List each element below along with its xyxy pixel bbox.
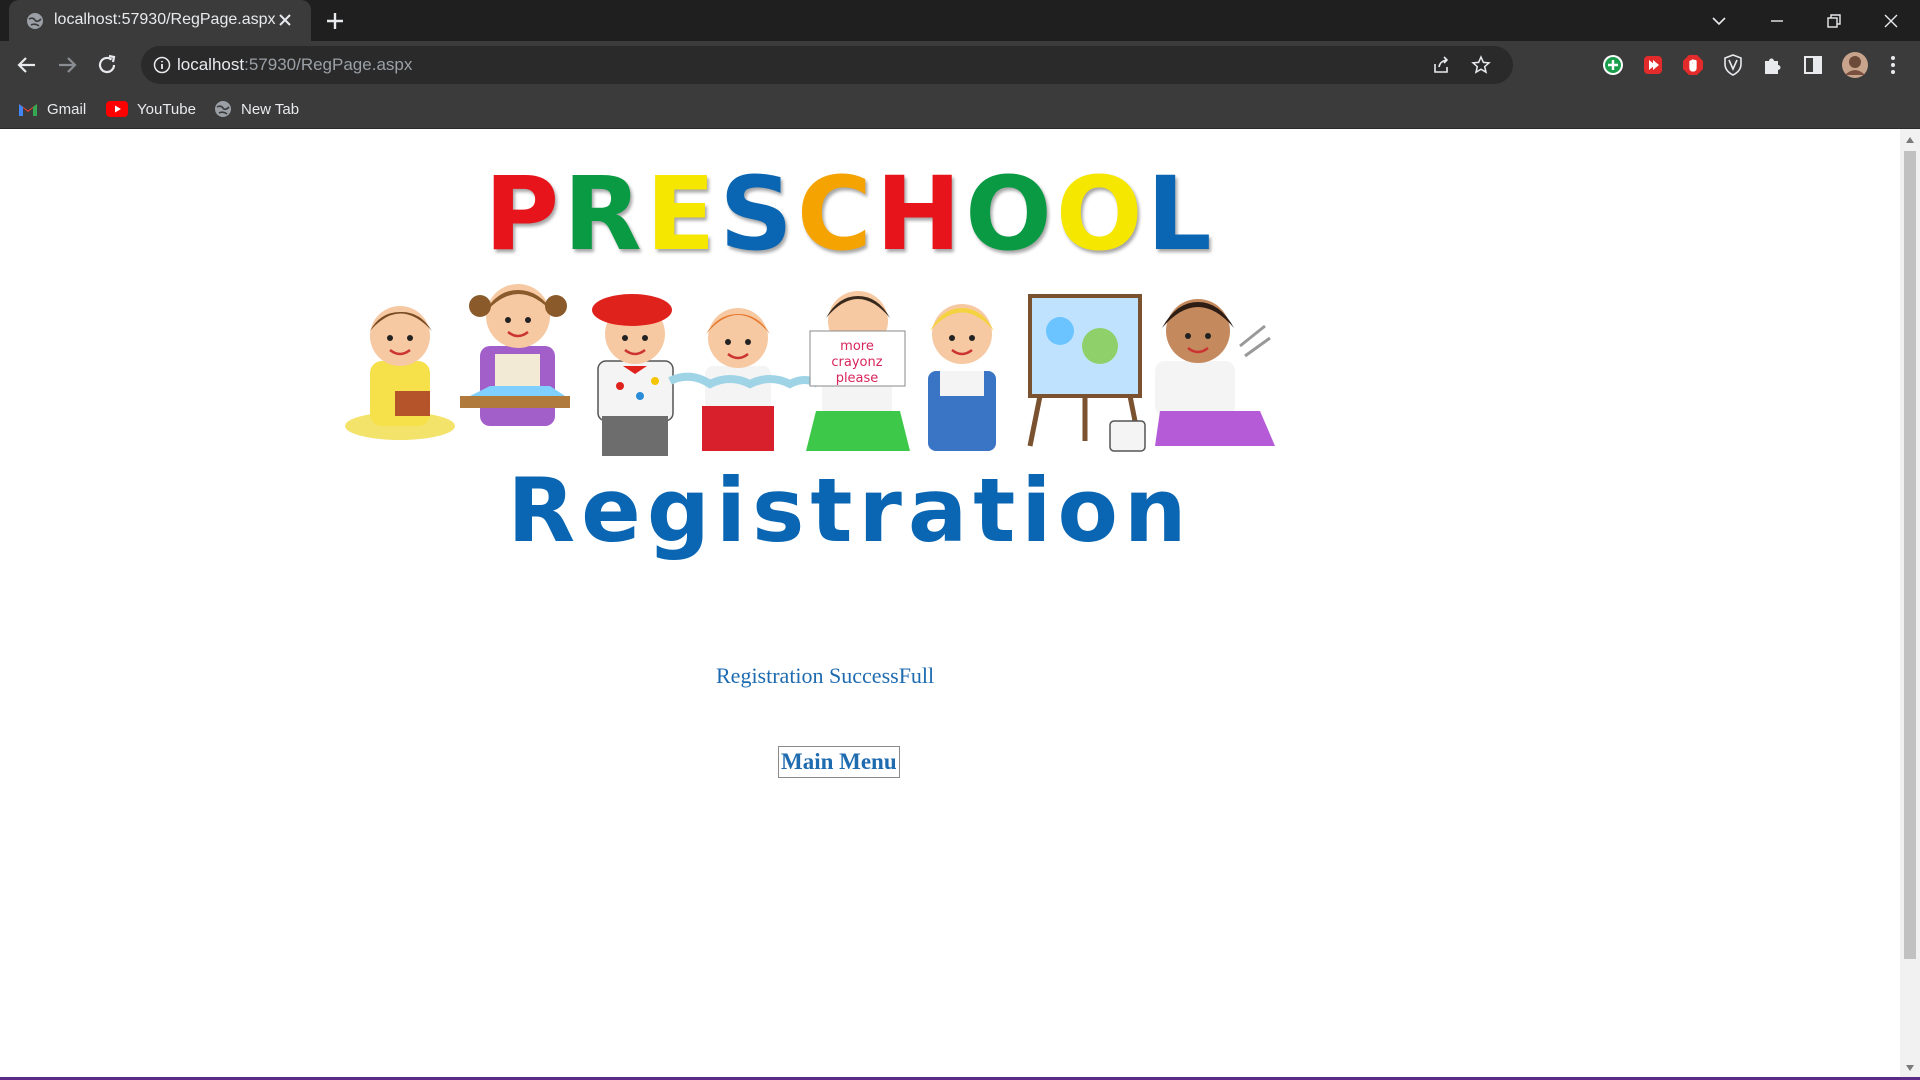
child-figure bbox=[460, 284, 570, 426]
globe-icon bbox=[215, 101, 231, 117]
banner-letter: R bbox=[563, 155, 646, 274]
site-info-icon[interactable] bbox=[153, 56, 171, 74]
close-icon bbox=[1884, 14, 1898, 27]
close-tab-icon[interactable] bbox=[275, 10, 295, 30]
chevron-down-icon bbox=[1712, 16, 1726, 25]
reload-icon[interactable] bbox=[95, 53, 119, 77]
children-illustration: more crayonz please bbox=[345, 284, 1275, 456]
banner-title-preschool: PRESCHOOL bbox=[340, 159, 1360, 271]
bookmark-gmail[interactable]: Gmail bbox=[18, 97, 86, 121]
banner-letter: P bbox=[484, 155, 564, 274]
globe-icon bbox=[27, 13, 43, 29]
scroll-down-arrow-icon[interactable] bbox=[1905, 1064, 1915, 1072]
tab-search-button[interactable] bbox=[1690, 0, 1748, 41]
bookmark-label: Gmail bbox=[47, 100, 87, 118]
scroll-up-arrow-icon[interactable] bbox=[1905, 136, 1915, 144]
back-arrow-icon[interactable] bbox=[15, 53, 39, 77]
page-viewport: PRESCHOOL Registration more crayonz plea… bbox=[0, 129, 1900, 1077]
profile-avatar-icon[interactable] bbox=[1841, 51, 1869, 79]
child-figure bbox=[345, 306, 455, 440]
browser-tab[interactable]: localhost:57930/RegPage.aspx bbox=[9, 0, 311, 41]
browser-toolbar: localhost:57930/RegPage.aspx bbox=[0, 41, 1920, 89]
child-figure bbox=[668, 308, 821, 451]
more-menu-icon[interactable] bbox=[1881, 53, 1905, 77]
scrollbar-thumb[interactable] bbox=[1904, 151, 1916, 959]
gmail-icon bbox=[19, 104, 37, 116]
child-figure: more crayonz please bbox=[806, 291, 910, 451]
add-extension-icon[interactable] bbox=[1601, 53, 1625, 77]
bookmark-star-icon[interactable] bbox=[1471, 55, 1491, 75]
tab-title: localhost:57930/RegPage.aspx bbox=[54, 11, 276, 28]
adblock-icon[interactable] bbox=[1681, 53, 1705, 77]
forward-arrow-icon[interactable] bbox=[55, 53, 79, 77]
restore-icon bbox=[1827, 13, 1841, 28]
address-bar[interactable]: localhost:57930/RegPage.aspx bbox=[141, 46, 1513, 84]
new-tab-icon[interactable] bbox=[323, 9, 347, 33]
registration-status-message: Registration SuccessFull bbox=[716, 663, 935, 688]
svg-text:please: please bbox=[836, 371, 879, 386]
minimize-button[interactable] bbox=[1748, 0, 1806, 41]
crayon-sign-text: more bbox=[840, 339, 874, 354]
banner-letter: C bbox=[796, 155, 876, 274]
banner-letter: H bbox=[875, 155, 966, 274]
youtube-icon bbox=[106, 101, 128, 117]
banner-letter: E bbox=[645, 155, 720, 274]
banner-letter: O bbox=[965, 155, 1056, 274]
url-host: localhost bbox=[177, 55, 245, 74]
banner-letter: L bbox=[1146, 155, 1216, 274]
minimize-icon bbox=[1771, 19, 1783, 22]
vertical-scrollbar[interactable] bbox=[1900, 129, 1920, 1077]
share-icon[interactable] bbox=[1431, 55, 1451, 75]
side-panel-icon[interactable] bbox=[1801, 53, 1825, 77]
url-path: :57930/RegPage.aspx bbox=[244, 55, 413, 74]
banner-letter: S bbox=[719, 155, 797, 274]
restore-button[interactable] bbox=[1805, 0, 1863, 41]
bookmark-new-tab[interactable]: New Tab bbox=[214, 97, 299, 121]
child-figure bbox=[592, 294, 674, 456]
main-menu-button[interactable]: Main Menu bbox=[778, 746, 900, 778]
bookmark-youtube[interactable]: YouTube bbox=[106, 97, 196, 121]
banner-title-registration: Registration bbox=[507, 459, 1193, 562]
extensions-puzzle-icon[interactable] bbox=[1761, 53, 1785, 77]
close-window-button[interactable] bbox=[1862, 0, 1920, 41]
shield-icon[interactable] bbox=[1721, 53, 1745, 77]
child-figure bbox=[928, 304, 996, 451]
svg-text:crayonz: crayonz bbox=[831, 355, 882, 370]
browser-titlebar: localhost:57930/RegPage.aspx bbox=[0, 0, 1920, 41]
red-play-extension-icon[interactable] bbox=[1641, 53, 1665, 77]
bookmarks-bar: Gmail YouTube New Tab bbox=[0, 89, 1920, 129]
url-text[interactable]: localhost:57930/RegPage.aspx bbox=[177, 55, 412, 75]
bookmark-label: YouTube bbox=[137, 100, 196, 118]
banner-letter: O bbox=[1055, 155, 1147, 274]
bookmark-label: New Tab bbox=[241, 100, 300, 118]
